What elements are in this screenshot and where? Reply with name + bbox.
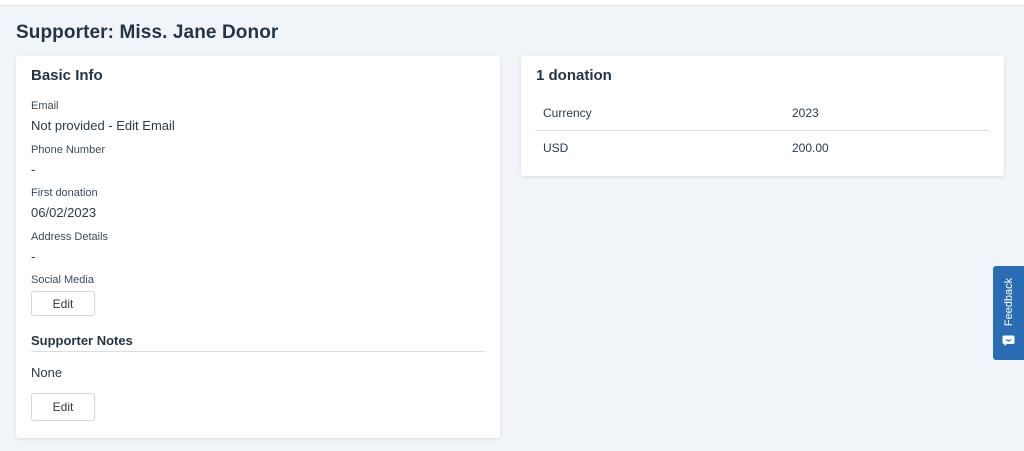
email-status: Not provided - [31,118,117,133]
first-donation-value: 06/02/2023 [31,205,97,220]
chat-bubble-icon [1002,335,1015,346]
first-donation-label: First donation [31,187,98,199]
donations-card: 1 donation Currency 2023 USD 200.00 [521,56,1004,176]
page-title: Supporter: Miss. Jane Donor [16,22,279,43]
feedback-tab[interactable]: Feedback [993,266,1024,360]
phone-label: Phone Number [31,144,105,156]
basic-info-card: Basic Info Email Not provided - Edit Ema… [16,56,500,438]
email-value: Not provided - Edit Email [31,118,175,133]
supporter-notes-value: None [31,365,63,380]
supporter-notes-edit-button[interactable]: Edit [31,393,95,421]
social-media-label: Social Media [31,274,94,286]
phone-value: - [31,162,36,177]
cell-currency: USD [543,141,569,155]
cell-amount: 200.00 [792,141,829,155]
column-header-year: 2023 [792,106,819,120]
donations-table: Currency 2023 USD 200.00 [535,96,989,165]
address-label: Address Details [31,231,109,243]
supporter-notes-heading: Supporter Notes [31,333,133,348]
edit-email-link[interactable]: Edit Email [116,118,175,133]
section-divider [31,351,485,352]
column-header-currency: Currency [543,106,592,120]
email-label: Email [31,100,59,112]
basic-info-heading: Basic Info [31,67,103,84]
top-bar [0,0,1024,6]
social-media-edit-button[interactable]: Edit [31,291,95,316]
feedback-label: Feedback [1002,277,1015,327]
donations-heading: 1 donation [536,67,612,84]
table-row: USD 200.00 [535,131,989,165]
address-value: - [31,249,36,264]
table-header-row: Currency 2023 [535,96,989,131]
